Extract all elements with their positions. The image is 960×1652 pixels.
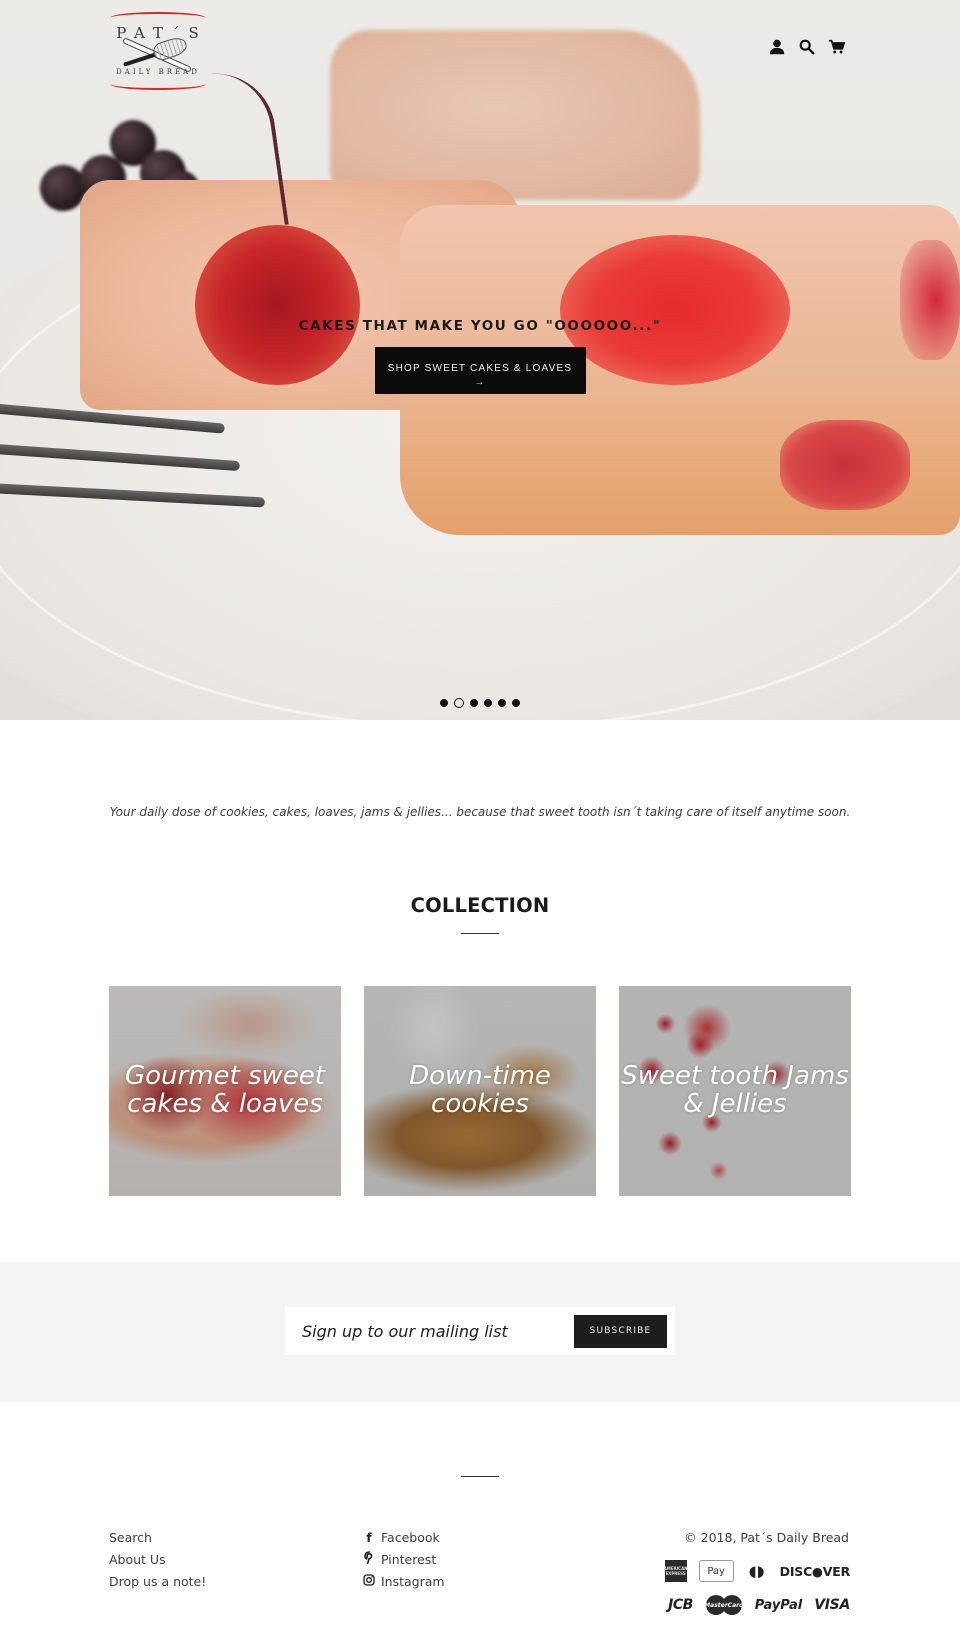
shop-sweet-cakes-button[interactable]: SHOP SWEET CAKES & LOAVES → <box>374 347 586 394</box>
pinterest-icon <box>363 1549 375 1571</box>
footer-link-contact[interactable]: Drop us a note! <box>109 1571 206 1593</box>
newsletter-form: SUBSCRIBE <box>285 1307 675 1355</box>
site-header: PAT´S DAILY BREAD <box>0 0 960 100</box>
slide-dot-6[interactable] <box>512 699 520 707</box>
arrow-right-icon: → <box>474 376 486 388</box>
newsletter-section: SUBSCRIBE <box>0 1262 960 1402</box>
jcb-icon: JCB <box>668 1597 693 1613</box>
diners-club-icon: ◖◗ <box>748 1562 765 1580</box>
hero-title: CAKES THAT MAKE YOU GO "OOOOOO..." <box>298 318 662 334</box>
title-divider <box>461 933 499 934</box>
header-actions <box>768 38 846 56</box>
cart-icon[interactable] <box>828 38 846 56</box>
copyright-text: © 2018, Pat´s Daily Bread <box>684 1530 849 1545</box>
footer-links: Search About Us Drop us a note! <box>109 1527 206 1593</box>
footer-social-links: f Facebook Pinterest Instagram <box>363 1527 445 1593</box>
search-icon[interactable] <box>798 38 816 56</box>
payment-methods: AMERICAN EXPRESS Pay ◖◗ DISC●VER JCB Mas… <box>650 1560 850 1616</box>
apple-pay-icon: Pay <box>698 1560 734 1582</box>
social-link-facebook[interactable]: f Facebook <box>363 1527 445 1549</box>
hero-button-label: SHOP SWEET CAKES & LOAVES <box>387 362 573 374</box>
store-tagline: Your daily dose of cookies, cakes, loave… <box>109 805 851 819</box>
hero-slideshow: PAT´S DAILY BREAD CAKES THAT MAKE YOU GO… <box>0 0 960 720</box>
subscribe-button[interactable]: SUBSCRIBE <box>574 1314 667 1348</box>
collection-section: COLLECTION Gourmet sweet cakes & loaves … <box>0 894 960 1196</box>
footer-link-about-us[interactable]: About Us <box>109 1549 206 1571</box>
collection-card-jams[interactable]: Sweet tooth Jams & Jellies <box>619 986 851 1196</box>
mastercard-icon: MasterCard <box>704 1594 743 1616</box>
logo-ornament <box>110 84 206 90</box>
footer-link-search[interactable]: Search <box>109 1527 206 1549</box>
account-icon[interactable] <box>768 38 786 56</box>
logo-subtitle: DAILY BREAD <box>116 68 200 76</box>
slide-dot-1[interactable] <box>440 699 448 707</box>
social-link-pinterest[interactable]: Pinterest <box>363 1549 445 1571</box>
instagram-icon <box>363 1571 375 1593</box>
social-label: Facebook <box>381 1530 440 1545</box>
collection-card-cookies[interactable]: Down-time cookies <box>364 986 596 1196</box>
discover-icon: DISC●VER <box>779 1563 851 1579</box>
social-label: Instagram <box>381 1574 445 1589</box>
social-link-instagram[interactable]: Instagram <box>363 1571 445 1593</box>
collection-grid: Gourmet sweet cakes & loaves Down-time c… <box>109 986 960 1196</box>
hero-caption: CAKES THAT MAKE YOU GO "OOOOOO..." SHOP … <box>0 318 960 394</box>
amex-icon: AMERICAN EXPRESS <box>664 1560 688 1582</box>
newsletter-email-input[interactable] <box>302 1321 552 1341</box>
footer-divider <box>461 1476 499 1477</box>
store-logo[interactable]: PAT´S DAILY BREAD <box>108 12 208 90</box>
site-footer: Search About Us Drop us a note! f Facebo… <box>0 1402 960 1652</box>
slide-dot-5[interactable] <box>498 699 506 707</box>
collection-card-label: Sweet tooth Jams & Jellies <box>621 1061 849 1119</box>
slide-dot-2[interactable] <box>454 698 464 708</box>
collection-card-label: Gourmet sweet cakes & loaves <box>124 1061 325 1119</box>
slide-dot-3[interactable] <box>470 699 478 707</box>
visa-icon: VISA <box>814 1597 850 1613</box>
collection-card-label: Down-time cookies <box>409 1061 551 1119</box>
logo-ornament <box>110 12 206 18</box>
facebook-icon: f <box>366 1531 372 1545</box>
paypal-icon: PayPal <box>754 1597 803 1613</box>
slide-dot-4[interactable] <box>484 699 492 707</box>
social-label: Pinterest <box>381 1552 437 1567</box>
collection-title: COLLECTION <box>410 894 550 917</box>
slideshow-pagination <box>0 698 960 708</box>
collection-card-cakes[interactable]: Gourmet sweet cakes & loaves <box>109 986 341 1196</box>
